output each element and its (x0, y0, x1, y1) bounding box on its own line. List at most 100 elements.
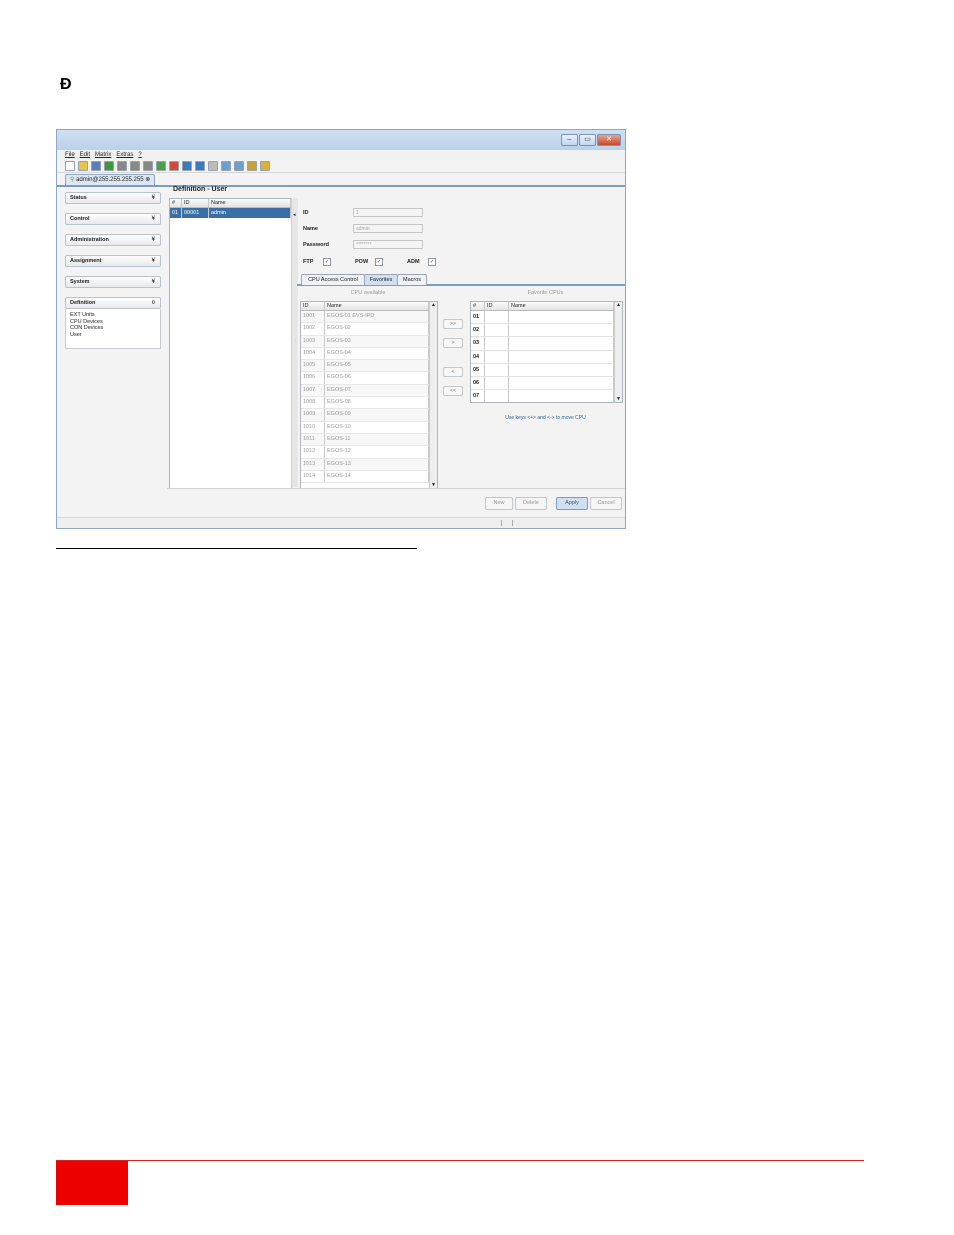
available-title: CPU available (350, 290, 386, 296)
settings-icon[interactable] (247, 161, 257, 171)
main-area: Status ¥ Control ¥ Administration ¥ Assignm… (57, 186, 625, 518)
col-id[interactable]: ID (301, 302, 325, 310)
paste-icon[interactable] (143, 161, 153, 171)
sidebar-item-user[interactable]: User (70, 332, 156, 339)
chevron-down-icon: ¥ (151, 216, 155, 222)
import-icon[interactable] (234, 161, 244, 171)
new-button[interactable]: New (485, 497, 513, 510)
menu-file[interactable]: File (65, 152, 75, 158)
favorite-title: Favorite CPUs (527, 290, 564, 296)
table-row[interactable]: 01 00001 admin (170, 208, 291, 218)
sidebar-administration[interactable]: Administration ¥ (65, 234, 161, 246)
table-row[interactable]: 02 (471, 324, 622, 338)
delete-button[interactable]: Delete (515, 497, 547, 510)
table-row[interactable]: 1010 EGOS-10 (301, 421, 437, 434)
col-id[interactable]: ID (182, 199, 209, 207)
available-cpu-table: ID Name 1001 EGOS-01 EVS-IPD 1002 EGOS-02 10… (300, 301, 438, 489)
status-bar (57, 517, 625, 528)
open-icon[interactable] (78, 161, 88, 171)
table-row[interactable]: 1001 EGOS-01 EVS-IPD (301, 311, 437, 324)
add-all-button[interactable]: >> (443, 319, 463, 329)
chevron-down-icon: ¥ (151, 237, 155, 243)
move-hint: Use keys <+> and <-> to move CPU (505, 415, 586, 421)
disconnect-icon[interactable] (169, 161, 179, 171)
table-row[interactable]: 1002 EGOS-02 (301, 323, 437, 336)
info-icon[interactable] (260, 161, 270, 171)
col-id[interactable]: ID (485, 302, 509, 310)
add-button[interactable]: > (443, 338, 463, 348)
copy-icon[interactable] (130, 161, 140, 171)
chevron-down-icon: ¥ (151, 258, 155, 264)
minimize-button[interactable]: – (561, 134, 578, 146)
favorite-header: # ID Name (471, 302, 622, 311)
refresh-icon[interactable] (104, 161, 114, 171)
col-name[interactable]: Name (509, 302, 614, 310)
table-row[interactable]: 1014 EGOS-14 (301, 470, 437, 484)
table-row[interactable]: 05 (471, 363, 622, 377)
sidebar-status[interactable]: Status ¥ (65, 192, 161, 204)
table-row[interactable]: 03 (471, 337, 622, 351)
tab-close-icon[interactable]: ⊗ (145, 177, 150, 183)
button-bar: New Delete Apply Cancel (167, 488, 625, 513)
favorite-cpu-table: # ID Name 0102030405060708 ▲▼ (470, 301, 623, 403)
tab-cpu-access-control[interactable]: CPU Access Control (301, 274, 365, 285)
col-num[interactable]: # (471, 302, 485, 310)
upload-icon[interactable] (182, 161, 192, 171)
favorite-scrollbar[interactable]: ▲ ▼ (614, 302, 622, 402)
new-icon[interactable] (65, 161, 75, 171)
table-row[interactable]: 06 (471, 376, 622, 391)
ftp-checkbox[interactable]: ✓ (323, 258, 331, 266)
col-num[interactable]: # (170, 199, 182, 207)
title-bar: – ▭ ✕ (57, 130, 625, 150)
table-row[interactable]: 1007 EGOS-07 (301, 384, 437, 398)
table-row[interactable]: 1013 EGOS-13 (301, 458, 437, 471)
apply-button[interactable]: Apply (556, 497, 588, 510)
maximize-button[interactable]: ▭ (579, 134, 596, 146)
close-button[interactable]: ✕ (597, 134, 621, 146)
name-field[interactable]: admin (353, 224, 423, 233)
pow-checkbox[interactable]: ✓ (375, 258, 383, 266)
tab-favorites[interactable]: Favorites (364, 274, 398, 285)
table-row[interactable]: 1011 EGOS-11 (301, 433, 437, 447)
id-field[interactable]: 1 (353, 208, 423, 217)
tab-macros[interactable]: Macros (397, 274, 427, 285)
table-row[interactable]: 1009 EGOS-09 (301, 409, 437, 422)
table-row[interactable]: 1006 EGOS-06 (301, 372, 437, 385)
menu-extras[interactable]: Extras (116, 152, 133, 158)
table-row[interactable]: 1008 EGOS-08 (301, 397, 437, 410)
sidebar-control[interactable]: Control ¥ (65, 213, 161, 225)
table-row[interactable]: 1012 EGOS-12 (301, 446, 437, 459)
table-row[interactable]: 07 (471, 390, 622, 402)
col-name[interactable]: Name (325, 302, 429, 310)
connect-icon[interactable] (156, 161, 166, 171)
chevron-down-icon: ¥ (151, 195, 155, 201)
table-row[interactable]: 1003 EGOS-03 (301, 335, 437, 348)
table-row[interactable]: 04 (471, 350, 622, 364)
menu-help[interactable]: ? (138, 152, 141, 158)
export-icon[interactable] (221, 161, 231, 171)
sidebar-assignment[interactable]: Assignment ¥ (65, 255, 161, 267)
menu-edit[interactable]: Edit (80, 152, 90, 158)
app-window: – ▭ ✕ File Edit Matrix Extras ? ⚲ admin@… (56, 129, 626, 529)
adm-checkbox[interactable]: ✓ (428, 258, 436, 266)
sidebar-definition[interactable]: Definition ¤ (65, 297, 161, 309)
available-scrollbar[interactable]: ▲ ▼ (429, 302, 437, 488)
remove-button[interactable]: < (443, 367, 463, 377)
table-row[interactable]: 1005 EGOS-05 (301, 360, 437, 373)
cut-icon[interactable] (117, 161, 127, 171)
save-icon[interactable] (91, 161, 101, 171)
cancel-button[interactable]: Cancel (590, 497, 622, 510)
remove-all-button[interactable]: << (443, 386, 463, 396)
password-field[interactable]: ******** (353, 240, 423, 249)
table-row[interactable]: 01 (471, 311, 622, 325)
download-icon[interactable] (195, 161, 205, 171)
connection-tab[interactable]: ⚲ admin@255.255.255.255 ⊗ (65, 174, 156, 185)
col-name[interactable]: Name (209, 199, 291, 207)
favorites-panel: CPU available Favorite CPUs ID Name 1001… (297, 287, 625, 489)
menu-matrix[interactable]: Matrix (95, 152, 111, 158)
document-icon[interactable] (208, 161, 218, 171)
available-header: ID Name (301, 302, 437, 311)
sidebar-system[interactable]: System ¥ (65, 276, 161, 288)
table-row[interactable]: 1004 EGOS-04 (301, 347, 437, 361)
toolbar (57, 160, 625, 173)
